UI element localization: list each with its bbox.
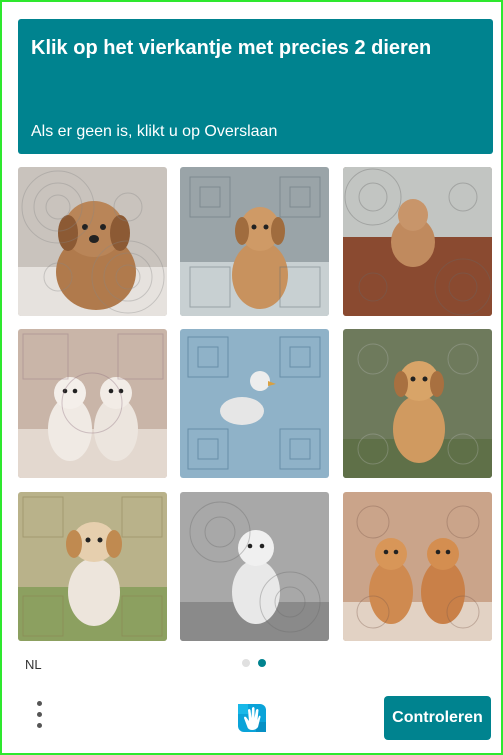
- tile-image: [343, 492, 492, 641]
- captcha-frame: Klik op het vierkantje met precies 2 die…: [0, 0, 503, 755]
- tile-image: [343, 167, 492, 316]
- submit-button[interactable]: Controleren: [384, 696, 491, 740]
- challenge-header: Klik op het vierkantje met precies 2 die…: [18, 19, 493, 154]
- tile-image: [18, 492, 167, 641]
- image-tile-9[interactable]: [343, 492, 492, 641]
- image-tile-2[interactable]: [180, 167, 329, 316]
- page-dot-2: [258, 659, 266, 667]
- tile-image: [180, 329, 329, 478]
- image-tile-3[interactable]: [343, 167, 492, 316]
- tile-image: [180, 167, 329, 316]
- image-grid: [18, 167, 493, 642]
- language-selector[interactable]: NL: [25, 657, 42, 672]
- tile-image: [343, 329, 492, 478]
- challenge-title: Klik op het vierkantje met precies 2 die…: [31, 37, 432, 59]
- challenge-subtitle: Als er geen is, klikt u op Overslaan: [31, 123, 278, 140]
- image-tile-8[interactable]: [180, 492, 329, 641]
- tile-image: [18, 167, 167, 316]
- tile-image: [18, 329, 167, 478]
- image-tile-1[interactable]: [18, 167, 167, 316]
- more-vertical-icon[interactable]: [30, 699, 50, 735]
- image-tile-4[interactable]: [18, 329, 167, 478]
- tile-image: [180, 492, 329, 641]
- hcaptcha-hand-icon: [234, 700, 270, 736]
- image-tile-6[interactable]: [343, 329, 492, 478]
- image-tile-7[interactable]: [18, 492, 167, 641]
- image-tile-5[interactable]: [180, 329, 329, 478]
- page-dot-1: [242, 659, 250, 667]
